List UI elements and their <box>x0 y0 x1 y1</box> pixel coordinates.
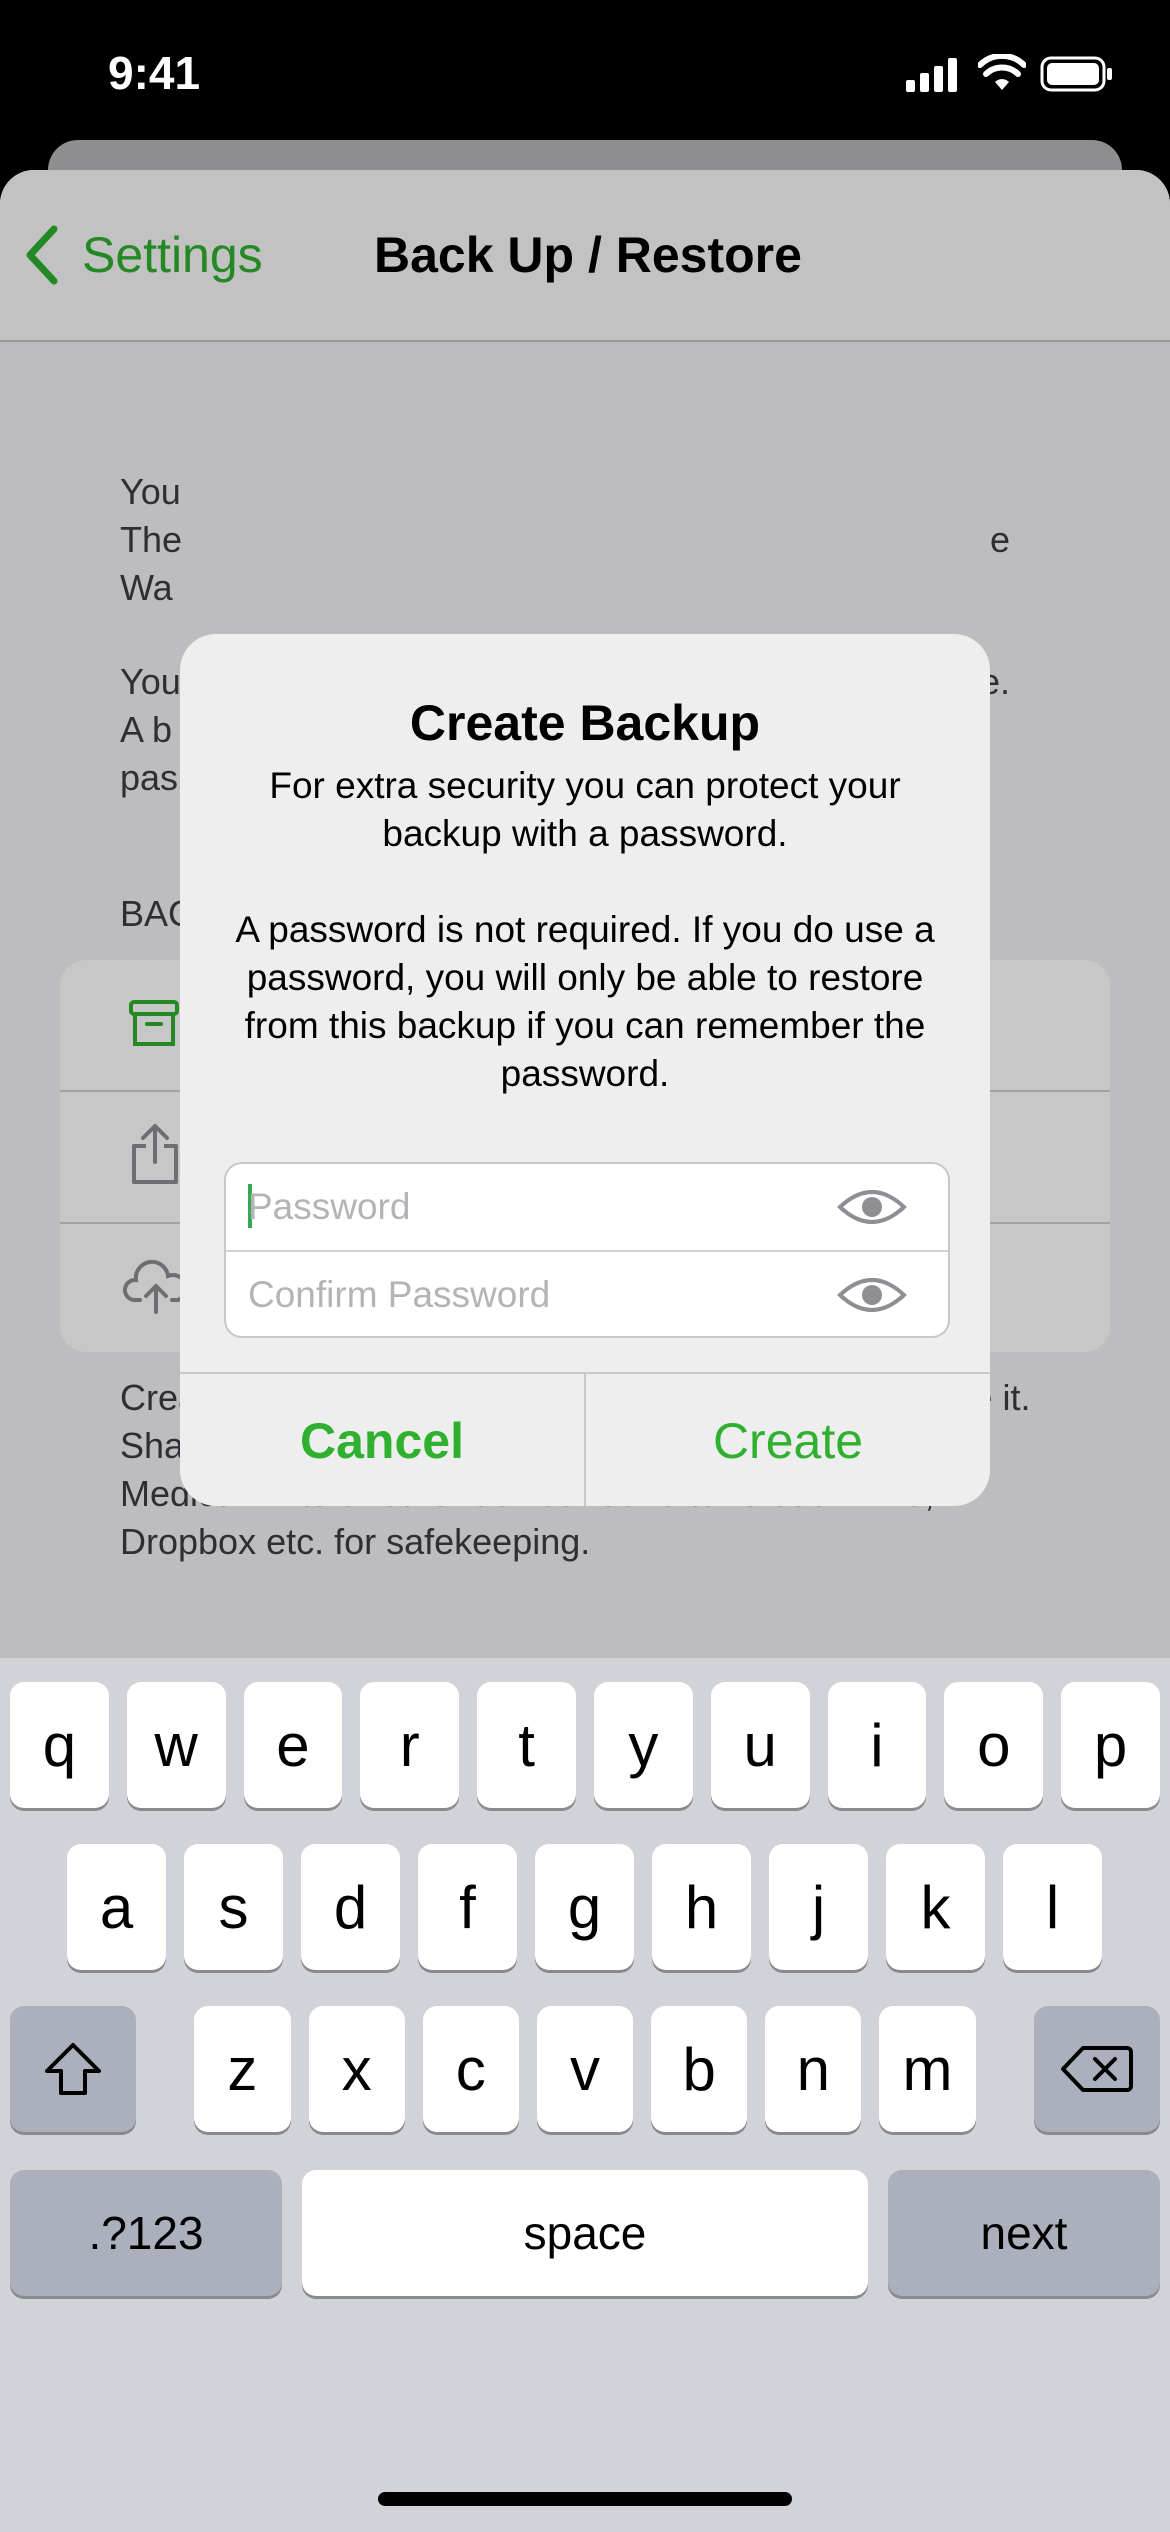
key-e[interactable]: e <box>243 1682 343 1808</box>
key-g[interactable]: g <box>535 1844 634 1970</box>
shift-icon <box>45 2043 102 2095</box>
keyboard-row-3: z x c v b n m <box>10 2006 1160 2132</box>
key-t[interactable]: t <box>477 1682 576 1808</box>
confirm-password-placeholder: Confirm Password <box>248 1274 551 1315</box>
key-x[interactable]: x <box>308 2006 405 2132</box>
key-i[interactable]: i <box>827 1682 927 1808</box>
shift-key[interactable] <box>10 2006 137 2132</box>
delete-icon <box>1060 2046 1133 2092</box>
space-key[interactable]: space <box>302 2170 868 2296</box>
key-f[interactable]: f <box>418 1844 517 1970</box>
cancel-button[interactable]: Cancel <box>180 1374 586 1506</box>
key-s[interactable]: s <box>184 1844 283 1970</box>
eye-icon[interactable] <box>836 1271 908 1319</box>
key-a[interactable]: a <box>67 1844 166 1970</box>
key-n[interactable]: n <box>765 2006 862 2132</box>
key-p[interactable]: p <box>1061 1682 1160 1808</box>
key-u[interactable]: u <box>710 1682 810 1808</box>
keyboard-row-2: a s d f g h j k l <box>67 1844 1103 1970</box>
key-k[interactable]: k <box>886 1844 985 1970</box>
key-v[interactable]: v <box>536 2006 634 2132</box>
key-r[interactable]: r <box>360 1682 460 1808</box>
battery-icon <box>1040 56 1114 92</box>
key-c[interactable]: c <box>422 2006 519 2132</box>
key-d[interactable]: d <box>301 1844 400 1970</box>
wifi-icon <box>977 52 1027 92</box>
create-backup-alert: Create Backup For extra security you can… <box>180 634 990 1506</box>
key-q[interactable]: q <box>10 1682 109 1808</box>
create-button[interactable]: Create <box>586 1374 990 1506</box>
keyboard-row-4: .?123 space next <box>10 2170 1160 2296</box>
password-fields: Password Confirm Password <box>224 1162 950 1338</box>
key-y[interactable]: y <box>593 1682 693 1808</box>
eye-icon[interactable] <box>836 1183 908 1231</box>
key-h[interactable]: h <box>652 1844 751 1970</box>
next-key[interactable]: next <box>888 2170 1160 2296</box>
alert-message-line: A password is not required. If you do us… <box>235 909 935 1094</box>
signal-icon <box>906 58 960 92</box>
key-l[interactable]: l <box>1003 1844 1102 1970</box>
password-field[interactable]: Password <box>226 1164 948 1252</box>
keyboard-row-1: q w e r t y u i o p <box>10 1682 1160 1808</box>
key-o[interactable]: o <box>944 1682 1044 1808</box>
key-m[interactable]: m <box>879 2006 976 2132</box>
delete-key[interactable] <box>1033 2006 1160 2132</box>
key-b[interactable]: b <box>651 2006 748 2132</box>
status-time: 9:41 <box>108 47 201 99</box>
alert-message: For extra security you can protect your … <box>220 762 950 1098</box>
keyboard: q w e r t y u i o p a s d f g h j k l z … <box>0 1658 1170 2532</box>
home-indicator <box>378 2492 792 2506</box>
key-z[interactable]: z <box>194 2006 291 2132</box>
key-j[interactable]: j <box>769 1844 868 1970</box>
alert-title: Create Backup <box>409 695 761 751</box>
alert-message-line: For extra security you can protect your … <box>269 765 901 854</box>
key-w[interactable]: w <box>126 1682 226 1808</box>
alert-buttons: Cancel Create <box>180 1372 990 1506</box>
password-placeholder: Password <box>248 1186 411 1227</box>
confirm-password-field[interactable]: Confirm Password <box>226 1252 948 1336</box>
numbers-key[interactable]: .?123 <box>10 2170 282 2296</box>
